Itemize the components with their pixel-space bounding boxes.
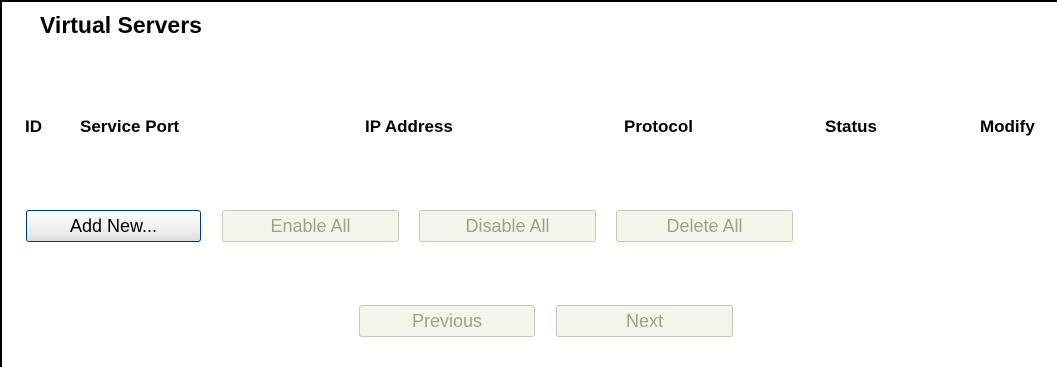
next-page-button[interactable]: Next xyxy=(556,305,733,337)
column-header-id: ID xyxy=(25,117,42,136)
previous-page-button[interactable]: Previous xyxy=(359,305,535,337)
column-header-service-port: Service Port xyxy=(80,117,180,136)
column-header-modify: Modify xyxy=(980,117,1035,136)
content-frame: Virtual Servers ID Service Port IP Addre… xyxy=(0,0,1057,367)
enable-all-button[interactable]: Enable All xyxy=(222,210,399,242)
disable-all-button[interactable]: Disable All xyxy=(419,210,596,242)
delete-all-button[interactable]: Delete All xyxy=(616,210,793,242)
column-header-protocol: Protocol xyxy=(624,117,693,136)
page-title: Virtual Servers xyxy=(40,12,202,38)
column-header-status: Status xyxy=(825,117,877,136)
add-new-button[interactable]: Add New... xyxy=(26,210,201,242)
column-header-ip-address: IP Address xyxy=(365,117,453,136)
